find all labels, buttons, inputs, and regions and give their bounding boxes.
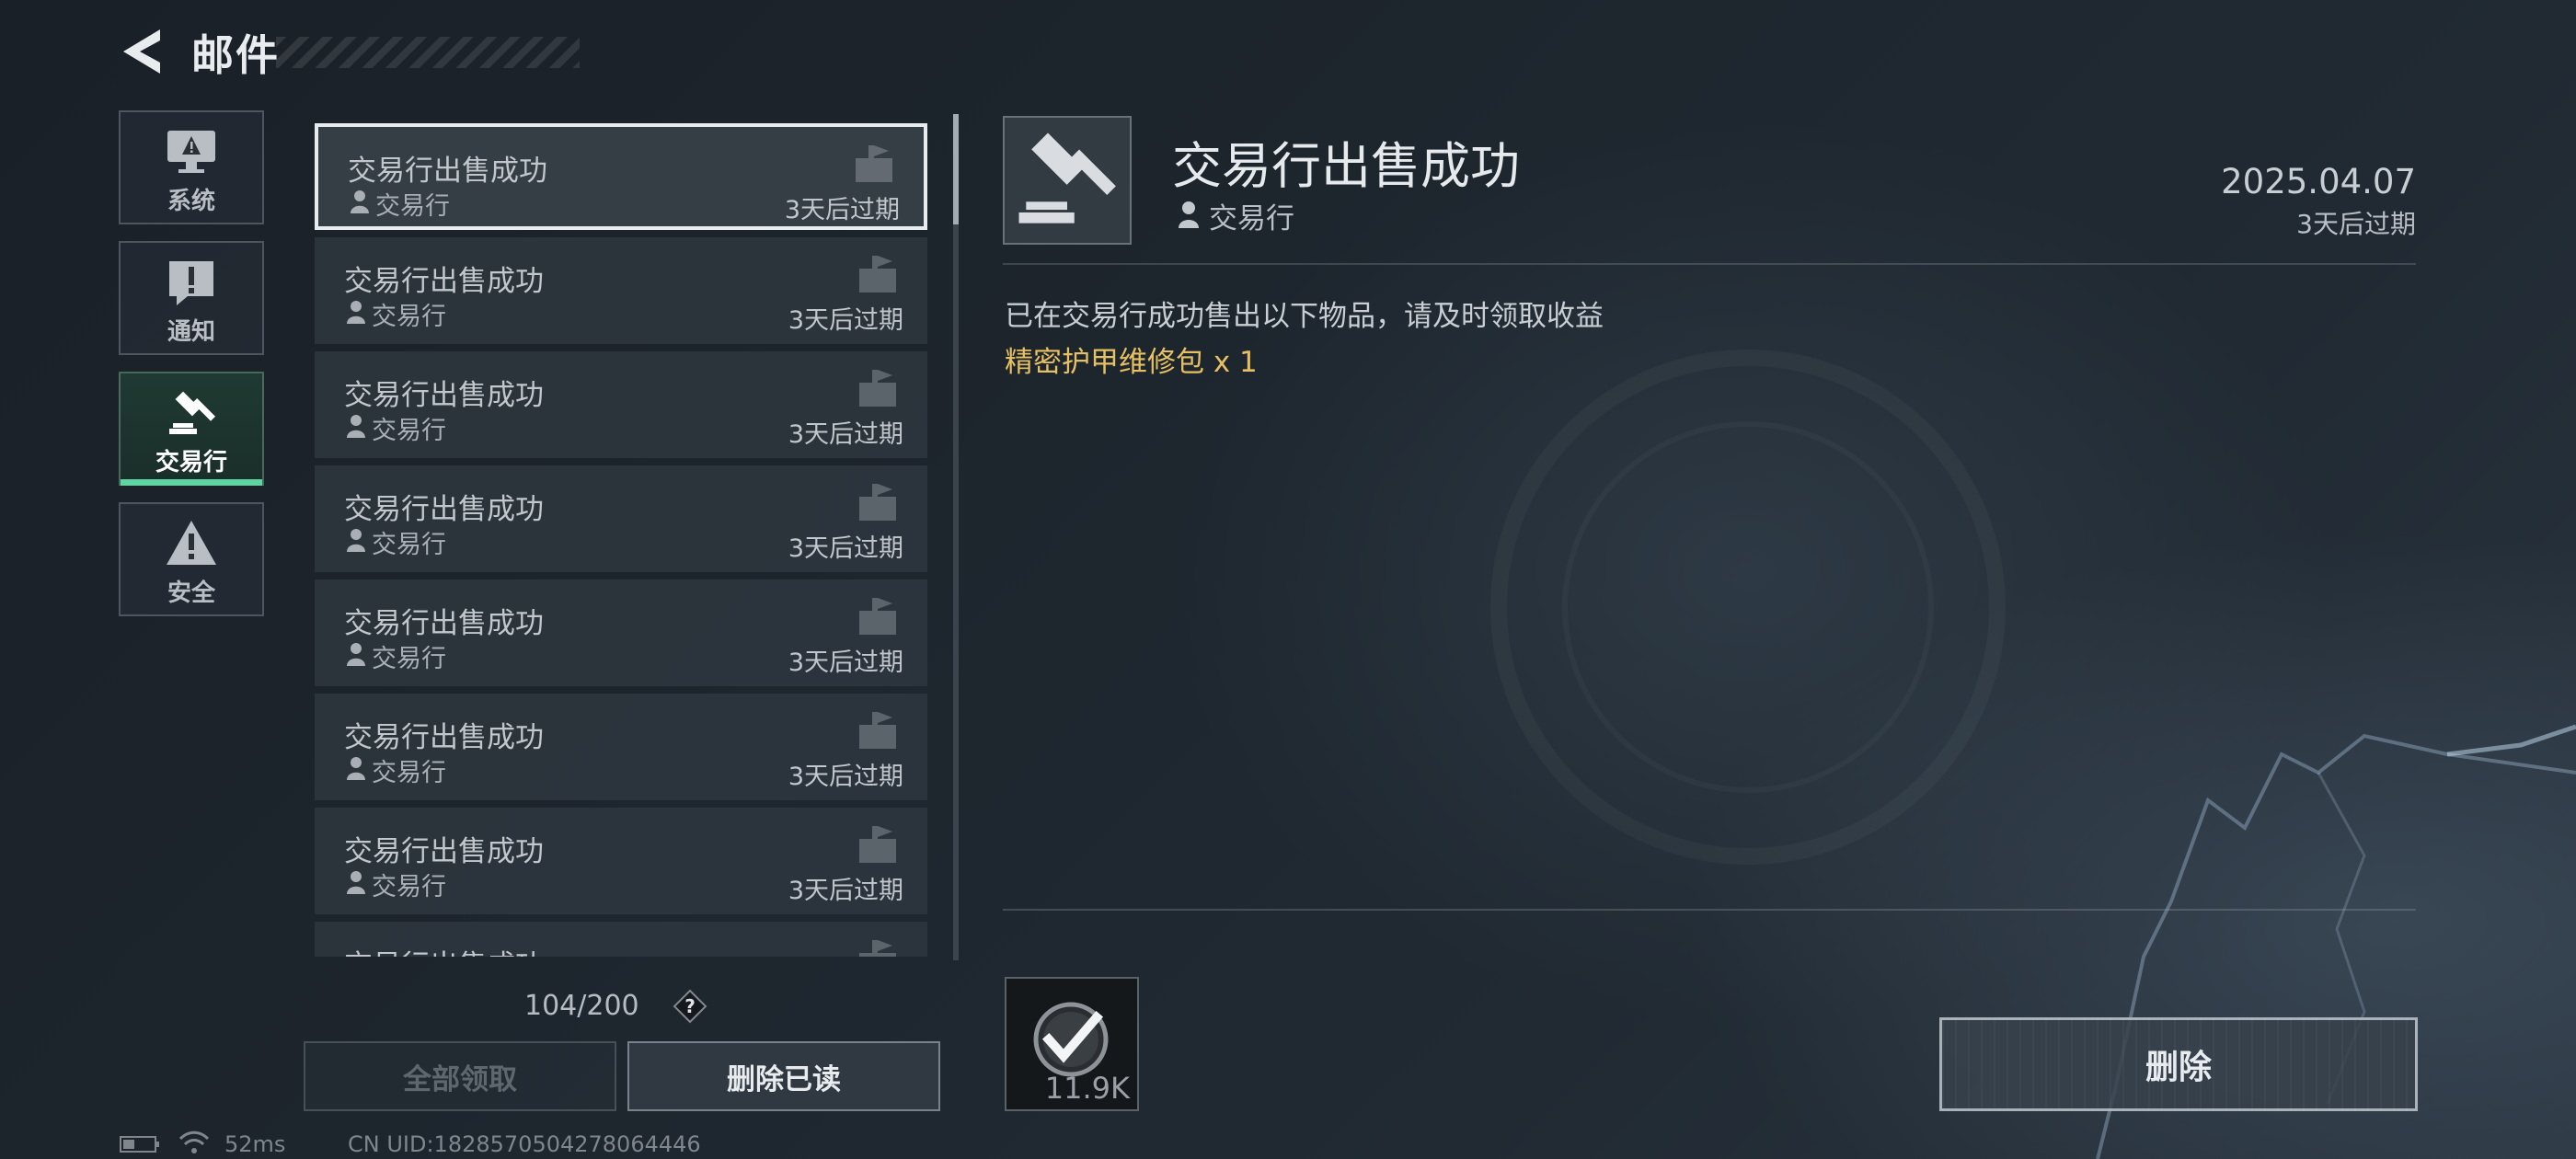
person-icon — [347, 301, 365, 324]
flag-icon — [859, 940, 896, 957]
gavel-icon — [1018, 132, 1116, 224]
category-security[interactable]: 安全 — [119, 502, 264, 616]
mail-expire: 3天后过期 — [788, 420, 903, 449]
person-icon — [347, 415, 365, 438]
mail-title: 交易行出售成功 — [344, 493, 544, 526]
mail-title: 交易行出售成功 — [344, 835, 544, 868]
mail-detail-body: 已在交易行成功售出以下物品，请及时领取收益 — [1005, 300, 1604, 333]
category-trading[interactable]: 交易行 — [119, 372, 264, 486]
currency-check-icon — [1033, 1002, 1109, 1077]
help-text: ? — [684, 995, 696, 1017]
mail-detail-date: 2025.04.07 — [2221, 162, 2416, 201]
claim-all-button[interactable]: 全部领取 — [304, 1041, 616, 1111]
flag-icon — [856, 145, 892, 182]
flag-icon — [859, 256, 896, 293]
mail-item[interactable]: 交易行出售成功交易行 3天后过期 — [315, 351, 927, 458]
mail-item[interactable]: 交易行出售成功交易行 3天后过期 — [315, 237, 927, 344]
mail-sender: 交易行 — [372, 759, 446, 787]
mail-item[interactable]: 交易行出售成功交易行 3天后过期 — [315, 465, 927, 572]
mail-sender: 交易行 — [372, 417, 446, 445]
flag-icon — [859, 712, 896, 749]
flag-icon — [859, 598, 896, 635]
person-icon — [1179, 201, 1199, 228]
category-label: 系统 — [167, 188, 215, 215]
title-decoration — [276, 37, 580, 68]
network-ping: 52ms — [224, 1131, 286, 1157]
mail-list-scroll-thumb[interactable] — [953, 114, 959, 224]
back-arrow-icon[interactable] — [118, 26, 164, 77]
mail-sender: 交易行 — [375, 192, 450, 221]
monitor-warning-icon — [167, 131, 215, 173]
mail-title: 交易行出售成功 — [344, 721, 544, 754]
warning-triangle-icon — [167, 521, 216, 565]
mail-count: 104/200 — [524, 990, 639, 1022]
mail-title: 交易行出售成功 — [344, 607, 544, 640]
mail-expire: 3天后过期 — [788, 648, 903, 677]
mail-list[interactable]: 交易行出售成功 交易行 3天后过期 交易行出售成功 交易行 3天后过期 交易行出售成功 交易行… — [315, 123, 927, 957]
delete-button[interactable]: 删除 — [1939, 1017, 2418, 1111]
battery-icon — [120, 1136, 159, 1153]
flag-icon — [859, 484, 896, 521]
mail-sender: 交易行 — [372, 303, 446, 331]
person-icon — [351, 190, 369, 213]
attachment-slot[interactable]: 11.9K — [1005, 977, 1139, 1111]
person-icon — [347, 871, 365, 894]
category-notice[interactable]: 通知 — [119, 241, 264, 355]
mail-item[interactable]: 交易行出售成功 — [315, 922, 927, 957]
category-label: 安全 — [167, 580, 215, 607]
divider — [1003, 263, 2416, 265]
mail-title: 交易行出售成功 — [344, 379, 544, 412]
flag-icon — [859, 826, 896, 863]
mail-item[interactable]: 交易行出售成功交易行 3天后过期 — [315, 808, 927, 914]
category-label: 通知 — [167, 318, 215, 346]
notice-icon — [169, 261, 213, 305]
mail-detail-expire: 3天后过期 — [2296, 209, 2416, 239]
person-icon — [347, 757, 365, 780]
mail-sender: 交易行 — [372, 645, 446, 673]
user-uid: CN UID:1828570504278064446 — [348, 1131, 701, 1157]
page-title: 邮件 — [191, 30, 280, 80]
attachment-quantity: 11.9K — [1044, 1071, 1130, 1106]
mail-expire: 3天后过期 — [784, 196, 900, 224]
wifi-icon — [178, 1130, 210, 1153]
mail-expire: 3天后过期 — [788, 763, 903, 791]
category-system[interactable]: 系统 — [119, 110, 264, 224]
mail-detail-icon-box — [1003, 116, 1132, 245]
mail-expire: 3天后过期 — [788, 306, 903, 335]
help-icon[interactable]: ? — [672, 988, 708, 1025]
person-icon — [347, 529, 365, 552]
flag-icon — [859, 370, 896, 407]
category-label: 交易行 — [155, 449, 227, 476]
background-emblem — [1490, 350, 2006, 865]
gavel-icon — [169, 391, 216, 434]
mail-title: 交易行出售成功 — [348, 155, 547, 188]
mail-title: 交易行出售成功 — [344, 942, 544, 957]
mail-detail-sender: 交易行 — [1209, 202, 1294, 235]
mail-expire: 3天后过期 — [788, 534, 903, 563]
mail-detail-item: 精密护甲维修包 x 1 — [1005, 346, 1258, 379]
mail-expire: 3天后过期 — [788, 877, 903, 905]
mail-detail-title: 交易行出售成功 — [1172, 137, 1520, 195]
mail-sender: 交易行 — [372, 531, 446, 559]
mail-list-scrollbar[interactable] — [953, 114, 959, 960]
person-icon — [347, 643, 365, 666]
mail-title: 交易行出售成功 — [344, 265, 544, 298]
mail-sender: 交易行 — [372, 873, 446, 901]
mail-item[interactable]: 交易行出售成功交易行 3天后过期 — [315, 123, 927, 230]
divider — [1003, 909, 2416, 911]
mail-item[interactable]: 交易行出售成功交易行 3天后过期 — [315, 694, 927, 800]
delete-read-button[interactable]: 删除已读 — [627, 1041, 940, 1111]
mail-item[interactable]: 交易行出售成功交易行 3天后过期 — [315, 580, 927, 686]
